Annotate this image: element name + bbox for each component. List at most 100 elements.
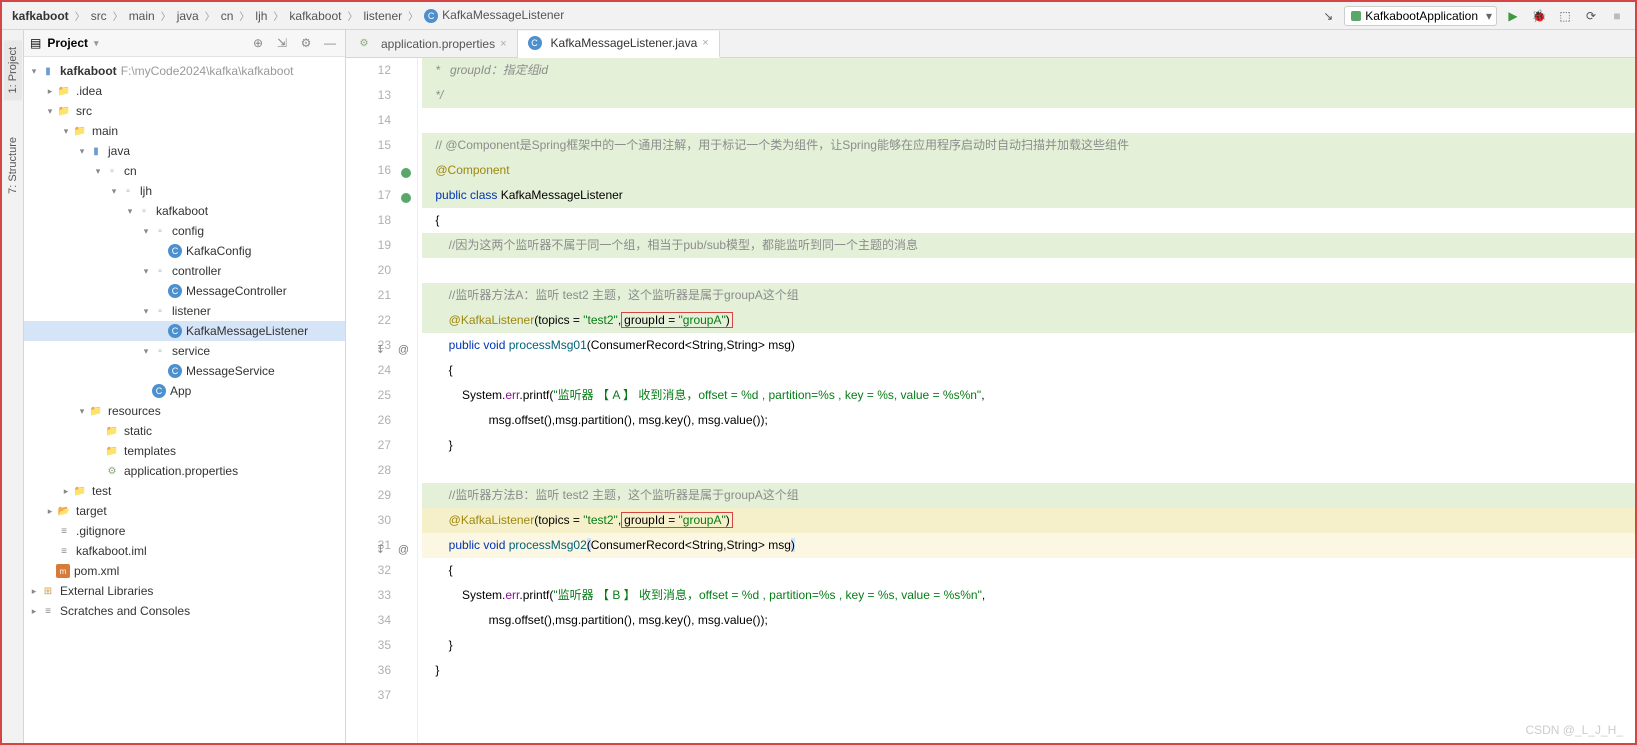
expand-icon[interactable]: ⇲ xyxy=(273,34,291,52)
code-line[interactable]: public void processMsg02(ConsumerRecord<… xyxy=(422,533,1635,558)
code-editor[interactable]: 121314151617181920212223↧@24252627282930… xyxy=(346,58,1635,743)
code-line[interactable]: { xyxy=(422,358,1635,383)
code-line[interactable]: */ xyxy=(422,83,1635,108)
breadcrumb-item[interactable]: java xyxy=(175,8,201,24)
profile-icon[interactable]: ⟳ xyxy=(1581,6,1601,26)
code-content[interactable]: * groupId：指定组id */ // @Component是Spring框… xyxy=(418,58,1635,743)
code-line[interactable]: msg.offset(),msg.partition(), msg.key(),… xyxy=(422,408,1635,433)
tree-item[interactable]: CMessageService xyxy=(24,361,345,381)
code-line[interactable]: } xyxy=(422,658,1635,683)
close-icon[interactable]: × xyxy=(702,37,708,49)
breadcrumb-item[interactable]: ljh xyxy=(253,8,269,24)
tree-item[interactable]: ▾▫cn xyxy=(24,161,345,181)
breadcrumb-item[interactable]: src xyxy=(89,8,109,24)
spring-bean-icon[interactable] xyxy=(401,193,411,203)
tree-item[interactable]: ▾▫ljh xyxy=(24,181,345,201)
code-line[interactable] xyxy=(422,258,1635,283)
tree-item[interactable]: ▾▫listener xyxy=(24,301,345,321)
run-icon[interactable]: ▶ xyxy=(1503,6,1523,26)
spring-bean-icon[interactable] xyxy=(401,168,411,178)
code-line[interactable]: * groupId：指定组id xyxy=(422,58,1635,83)
code-line[interactable]: //监听器方法B：监听 test2 主题，这个监听器是属于groupA这个组 xyxy=(422,483,1635,508)
editor-tab[interactable]: CKafkaMessageListener.java× xyxy=(518,31,720,58)
tree-item[interactable]: CMessageController xyxy=(24,281,345,301)
tree-item[interactable]: ▾📁src xyxy=(24,101,345,121)
breadcrumb-item[interactable]: main xyxy=(127,8,157,24)
tree-item[interactable]: ≡.gitignore xyxy=(24,521,345,541)
coverage-icon[interactable]: ⬚ xyxy=(1555,6,1575,26)
tree-item[interactable]: ▸≡Scratches and Consoles xyxy=(24,601,345,621)
code-line[interactable]: { xyxy=(422,208,1635,233)
tree-item[interactable]: ▾📁resources xyxy=(24,401,345,421)
folder-icon: 📁 xyxy=(72,483,88,499)
tree-item[interactable]: ▾▫config xyxy=(24,221,345,241)
tree-item[interactable]: CApp xyxy=(24,381,345,401)
code-line[interactable]: System.err.printf("监听器 【 A 】 收到消息，offset… xyxy=(422,383,1635,408)
code-line[interactable]: //监听器方法A：监听 test2 主题，这个监听器是属于groupA这个组 xyxy=(422,283,1635,308)
tree-item[interactable]: ▾▮java xyxy=(24,141,345,161)
tree-item[interactable]: CKafkaConfig xyxy=(24,241,345,261)
settings-icon[interactable]: ⚙ xyxy=(297,34,315,52)
code-line[interactable]: System.err.printf("监听器 【 B 】 收到消息，offset… xyxy=(422,583,1635,608)
close-icon[interactable]: × xyxy=(500,38,506,50)
project-tree[interactable]: ▾▮kafkabootF:\myCode2024\kafka\kafkaboot… xyxy=(24,57,345,743)
code-line[interactable]: public void processMsg01(ConsumerRecord<… xyxy=(422,333,1635,358)
tree-item[interactable]: ▸📂target xyxy=(24,501,345,521)
breadcrumb-item[interactable]: kafkaboot xyxy=(10,8,71,24)
run-config-label: KafkabootApplication xyxy=(1365,9,1478,23)
side-tab-project[interactable]: 1: Project xyxy=(4,40,22,100)
code-line[interactable]: @Component xyxy=(422,158,1635,183)
tree-item[interactable]: ▾📁main xyxy=(24,121,345,141)
tree-item[interactable]: ▾▫controller xyxy=(24,261,345,281)
code-line[interactable]: msg.offset(),msg.partition(), msg.key(),… xyxy=(422,608,1635,633)
editor-tab[interactable]: ⚙application.properties× xyxy=(346,30,518,57)
tree-item[interactable]: 📁templates xyxy=(24,441,345,461)
tree-item[interactable]: CKafkaMessageListener xyxy=(24,321,345,341)
code-line[interactable]: @KafkaListener(topics = "test2",groupId … xyxy=(422,308,1635,333)
project-sidebar: ▤ Project ⊕ ⇲ ⚙ — ▾▮kafkabootF:\myCode20… xyxy=(24,30,346,743)
file-icon: ≡ xyxy=(56,523,72,539)
run-config-selector[interactable]: KafkabootApplication xyxy=(1344,6,1497,26)
debug-icon[interactable]: 🐞 xyxy=(1529,6,1549,26)
folder-icon: 📁 xyxy=(104,423,120,439)
pkg-icon: ▫ xyxy=(136,203,152,219)
tree-item[interactable]: ▸📁.idea xyxy=(24,81,345,101)
code-line[interactable]: public class KafkaMessageListener xyxy=(422,183,1635,208)
pkg-icon: ▫ xyxy=(152,303,168,319)
tree-item[interactable]: ▾▫service xyxy=(24,341,345,361)
tree-item[interactable]: ▸⊞External Libraries xyxy=(24,581,345,601)
breadcrumb-item[interactable]: listener xyxy=(361,8,404,24)
editor-area: ⚙application.properties×CKafkaMessageLis… xyxy=(346,30,1635,743)
code-line[interactable]: { xyxy=(422,558,1635,583)
code-line[interactable]: //因为这两个监听器不属于同一个组，相当于pub/sub模型，都能监听到同一个主… xyxy=(422,233,1635,258)
folder-icon: 📁 xyxy=(56,103,72,119)
stop-icon[interactable]: ■ xyxy=(1607,6,1627,26)
pkg-icon: ▫ xyxy=(120,183,136,199)
folder-icon: 📁 xyxy=(104,443,120,459)
tree-item[interactable]: mpom.xml xyxy=(24,561,345,581)
build-icon[interactable]: ↘ xyxy=(1318,6,1338,26)
code-line[interactable] xyxy=(422,683,1635,708)
folder-icon: 📁 xyxy=(56,83,72,99)
code-line[interactable] xyxy=(422,108,1635,133)
locate-icon[interactable]: ⊕ xyxy=(249,34,267,52)
side-tab-structure[interactable]: 7: Structure xyxy=(4,130,22,201)
folder-o-icon: 📂 xyxy=(56,503,72,519)
code-line[interactable]: @KafkaListener(topics = "test2",groupId … xyxy=(422,508,1635,533)
tree-item[interactable]: ⚙application.properties xyxy=(24,461,345,481)
code-line[interactable]: } xyxy=(422,633,1635,658)
tree-item[interactable]: ≡kafkaboot.iml xyxy=(24,541,345,561)
breadcrumb-item[interactable]: cn xyxy=(219,8,236,24)
hide-icon[interactable]: — xyxy=(321,34,339,52)
sidebar-title[interactable]: Project xyxy=(47,36,243,50)
tree-item[interactable]: ▸📁test xyxy=(24,481,345,501)
breadcrumb-item[interactable]: kafkaboot xyxy=(287,8,343,24)
breadcrumb-item[interactable]: CKafkaMessageListener xyxy=(422,7,566,24)
code-line[interactable]: // @Component是Spring框架中的一个通用注解，用于标记一个类为组… xyxy=(422,133,1635,158)
tree-root[interactable]: ▾▮kafkabootF:\myCode2024\kafka\kafkaboot xyxy=(24,61,345,81)
tree-item[interactable]: ▾▫kafkaboot xyxy=(24,201,345,221)
pkg-icon: ▫ xyxy=(152,263,168,279)
tree-item[interactable]: 📁static xyxy=(24,421,345,441)
code-line[interactable]: } xyxy=(422,433,1635,458)
code-line[interactable] xyxy=(422,458,1635,483)
